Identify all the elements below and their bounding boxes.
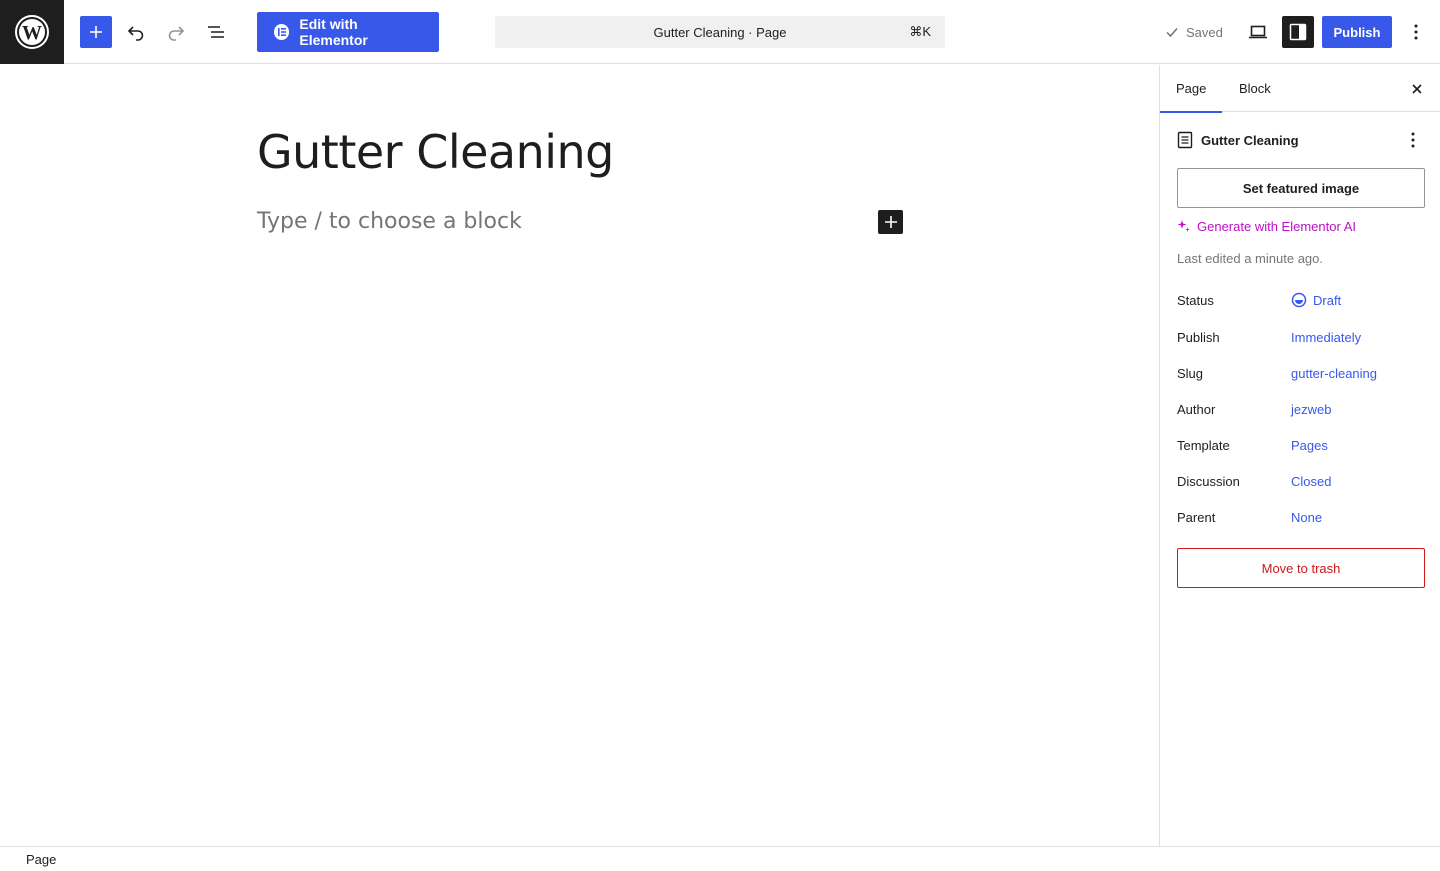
document-overview-button[interactable] [200,16,232,48]
saved-label: Saved [1186,24,1223,40]
template-value[interactable]: Pages [1291,438,1328,453]
publish-date-value[interactable]: Immediately [1291,330,1361,345]
breadcrumb-page[interactable]: Page [26,852,56,867]
page-icon [1177,131,1193,149]
close-sidebar-button[interactable] [1405,77,1429,101]
document-summary: Gutter Cleaning [1177,128,1425,152]
meta-row-parent: Parent None [1177,505,1425,529]
block-inserter-button[interactable] [80,16,112,48]
meta-row-discussion: Discussion Closed [1177,469,1425,493]
redo-icon [168,26,185,41]
meta-label: Discussion [1177,473,1240,489]
meta-row-slug: Slug gutter-cleaning [1177,361,1425,385]
check-icon [1166,28,1178,38]
undo-icon [127,26,144,41]
sidebar-tabs: Page Block [1160,65,1440,113]
document-actions-button[interactable] [1401,128,1425,152]
status-value-label: Draft [1313,292,1342,308]
parent-value[interactable]: None [1291,510,1322,525]
sparkle-icon [1177,220,1190,232]
wordpress-logo-icon[interactable]: W [0,0,64,64]
saved-status: Saved [1164,16,1223,48]
draft-status-icon [1291,292,1307,308]
tab-page[interactable]: Page [1160,65,1223,113]
slug-value[interactable]: gutter-cleaning [1291,366,1377,381]
settings-sidebar: Page Block Gutter Cleaning Set featured … [1159,65,1440,846]
document-title-label: Gutter Cleaning · Page [653,24,787,40]
device-preview-button[interactable] [1242,16,1274,48]
meta-label: Parent [1177,509,1216,525]
sidebar-icon [1289,23,1307,41]
command-shortcut: ⌘K [909,24,931,39]
discussion-value[interactable]: Closed [1291,474,1331,489]
close-icon [1412,84,1422,94]
plus-icon [884,216,897,228]
set-featured-image-button[interactable]: Set featured image [1177,168,1425,208]
document-title: Gutter Cleaning [1201,132,1299,148]
list-view-icon [208,26,224,38]
meta-row-template: Template Pages [1177,433,1425,457]
more-vertical-icon [1411,132,1415,148]
tab-block[interactable]: Block [1223,65,1287,112]
editor-canvas[interactable]: Gutter Cleaning Type / to choose a block [0,65,1159,846]
elementor-icon [274,24,290,40]
ai-link-label: Generate with Elementor AI [1197,218,1356,234]
block-breadcrumb-bar: Page [0,846,1440,871]
plus-icon [90,26,102,38]
meta-row-status: Status Draft [1177,288,1425,312]
edit-with-elementor-label: Edit with Elementor [299,16,368,48]
command-palette-bar[interactable]: Gutter Cleaning · Page ⌘K [495,16,945,48]
options-menu-button[interactable] [1402,16,1430,48]
meta-label: Template [1177,437,1230,453]
svg-text:W: W [22,22,42,44]
meta-label: Author [1177,401,1216,417]
more-vertical-icon [1414,24,1418,40]
meta-label: Publish [1177,329,1220,345]
author-value[interactable]: jezweb [1291,402,1331,417]
desktop-icon [1249,25,1267,39]
redo-button[interactable] [160,16,192,48]
generate-with-elementor-ai-link[interactable]: Generate with Elementor AI [1177,216,1356,236]
meta-label: Status [1177,292,1214,308]
block-appender-placeholder[interactable]: Type / to choose a block [257,209,522,234]
status-value[interactable]: Draft [1291,292,1341,308]
page-title[interactable]: Gutter Cleaning [257,125,614,179]
meta-row-author: Author jezweb [1177,397,1425,421]
move-to-trash-button[interactable]: Move to trash [1177,548,1425,588]
meta-row-publish: Publish Immediately [1177,325,1425,349]
add-block-button[interactable] [878,210,903,234]
last-edited-text: Last edited a minute ago. [1177,251,1323,266]
meta-label: Slug [1177,365,1204,381]
edit-with-elementor-button[interactable]: Edit with Elementor [257,12,439,52]
settings-toggle-button[interactable] [1282,16,1314,48]
editor-header: W Edit with Elementor Gutter Cleaning · … [0,0,1440,64]
undo-button[interactable] [120,16,152,48]
publish-button[interactable]: Publish [1322,16,1392,48]
